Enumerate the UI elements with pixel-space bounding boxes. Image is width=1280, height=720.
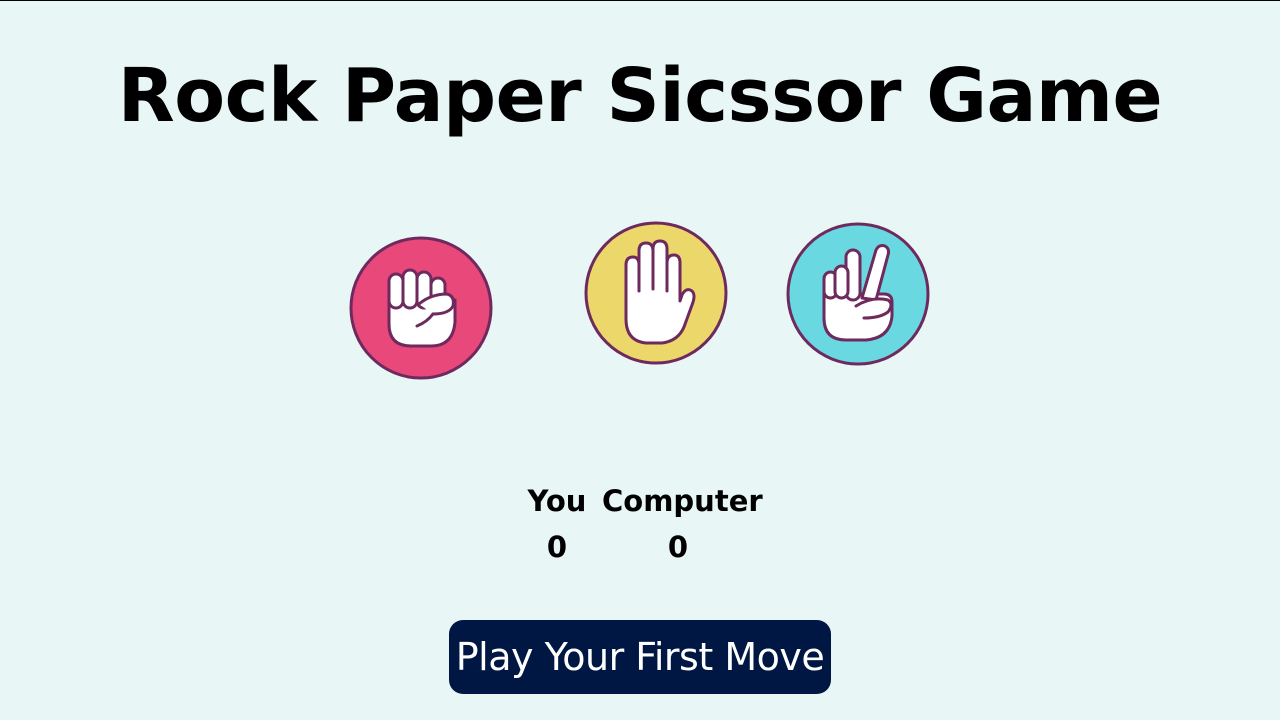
computer-score-label: Computer <box>602 484 763 518</box>
computer-score-value: 0 <box>667 530 689 564</box>
fist-icon <box>349 236 493 380</box>
page-title: Rock Paper Sicssor Game <box>117 53 1163 139</box>
user-score-label: You <box>527 484 587 518</box>
paper-choice-button[interactable] <box>582 219 730 367</box>
user-score-value: 0 <box>546 530 568 564</box>
computer-score: Computer 0 <box>602 481 763 567</box>
game-page: Rock Paper Sicssor Game You 0 Computer 0… <box>0 0 1280 720</box>
peace-sign-icon <box>786 222 930 366</box>
message-button[interactable]: Play Your First Move <box>449 620 831 694</box>
rock-choice-button[interactable] <box>347 234 495 382</box>
scissors-choice-button[interactable] <box>784 220 932 368</box>
user-score: You 0 <box>524 481 590 567</box>
score-board: You 0 Computer 0 <box>520 481 763 571</box>
open-hand-icon <box>584 221 728 365</box>
